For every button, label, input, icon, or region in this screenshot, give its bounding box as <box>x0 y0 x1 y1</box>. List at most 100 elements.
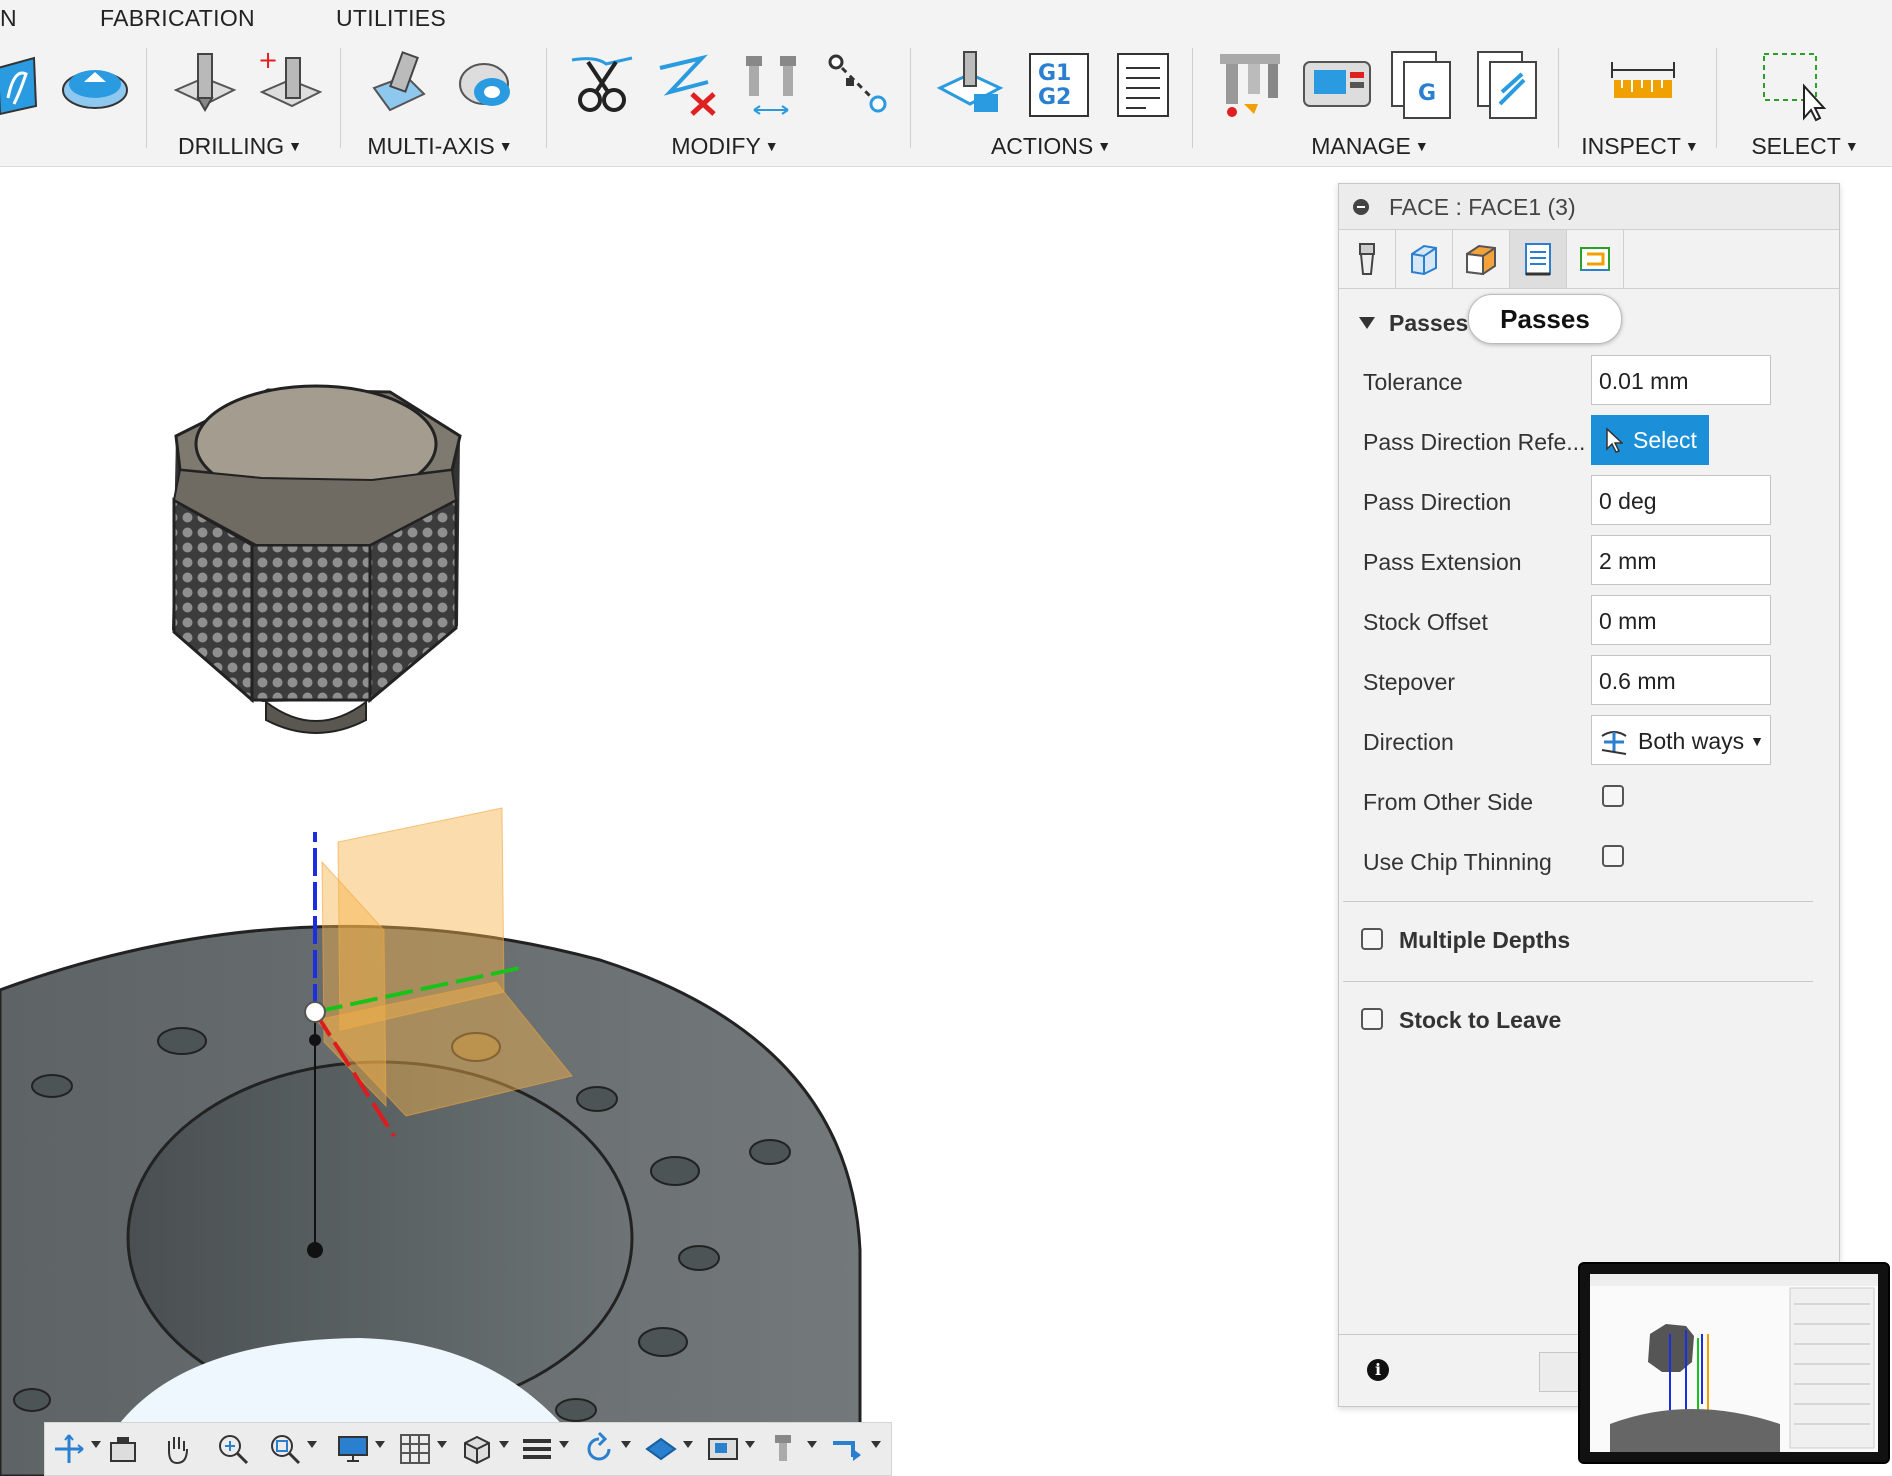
select-button[interactable]: Select <box>1591 415 1709 465</box>
tab-linking[interactable] <box>1567 230 1624 288</box>
svg-text:G2: G2 <box>1038 85 1071 110</box>
tool-library-icon[interactable] <box>1214 48 1288 122</box>
orbit-icon[interactable] <box>51 1431 87 1467</box>
row-from-other-side: From Other Side <box>1339 775 1839 831</box>
post-process-icon[interactable]: G1 G2 <box>1022 48 1096 122</box>
linking-icon <box>1580 247 1610 271</box>
direction-label: Direction <box>1363 729 1454 755</box>
row-stock-offset: Stock Offset 0 mm <box>1339 595 1839 651</box>
row-direction: Direction Both ways ▼ <box>1339 715 1839 771</box>
measure-icon[interactable] <box>1606 48 1680 122</box>
drill-icon[interactable] <box>168 48 242 122</box>
pass-direction-label: Pass Direction <box>1363 489 1512 515</box>
grid-icon[interactable] <box>397 1431 433 1467</box>
group-actions: G1 G2 ACTIONS ▼ <box>926 40 1176 160</box>
direction-dropdown[interactable]: Both ways ▼ <box>1591 715 1771 765</box>
row-use-chip-thinning: Use Chip Thinning <box>1339 835 1839 891</box>
points-path-icon[interactable] <box>822 48 896 122</box>
select-menu[interactable]: SELECT ▼ <box>1730 133 1880 160</box>
post-library-icon[interactable]: G <box>1386 48 1460 122</box>
tab-utilities[interactable]: UTILITIES <box>336 5 446 32</box>
view-cube-icon[interactable] <box>459 1431 495 1467</box>
tab-passes[interactable] <box>1510 230 1567 288</box>
setup-sheet-icon[interactable] <box>1106 48 1180 122</box>
pass-direction-ref-label: Pass Direction Refe... <box>1363 429 1586 455</box>
pass-extension-label: Pass Extension <box>1363 549 1522 575</box>
machine-library-icon[interactable] <box>1300 48 1374 122</box>
stepover-input[interactable]: 0.6 mm <box>1591 655 1771 705</box>
pass-direction-input[interactable]: 0 deg <box>1591 475 1771 525</box>
stock-to-leave-label: Stock to Leave <box>1399 1007 1562 1033</box>
tool-spacing-icon[interactable] <box>736 48 810 122</box>
section-passes-header[interactable]: Passes <box>1359 310 1468 337</box>
panel-title: FACE : FACE1 (3) <box>1389 194 1576 220</box>
row-stepover: Stepover 0.6 mm <box>1339 655 1839 711</box>
multi-axis-menu[interactable]: MULTI-AXIS ▼ <box>356 133 524 160</box>
preview-thumbnail[interactable] <box>1578 1262 1890 1464</box>
face-pocket-icon[interactable] <box>58 48 132 122</box>
svg-text:G: G <box>1418 81 1436 106</box>
stock-to-leave-checkbox[interactable] <box>1361 1008 1383 1030</box>
zoom-icon[interactable] <box>215 1431 251 1467</box>
hole-recognition-icon[interactable]: + <box>254 48 328 122</box>
display-settings-icon[interactable] <box>335 1431 371 1467</box>
swarf-icon[interactable] <box>366 48 440 122</box>
group-drilling: + DRILLING ▼ <box>160 40 323 160</box>
machine-view-icon[interactable] <box>705 1431 741 1467</box>
tab-heights[interactable] <box>1453 230 1510 288</box>
face-properties-panel: FACE : FACE1 (3) Passes Tolerance 0.01 m… <box>1338 183 1840 1407</box>
divider <box>1343 981 1813 982</box>
actions-menu[interactable]: ACTIONS ▼ <box>926 133 1176 160</box>
tab-tool[interactable] <box>1339 230 1396 288</box>
window-select-icon[interactable] <box>1758 48 1832 122</box>
hex-knurled-part[interactable] <box>172 384 462 734</box>
row-pass-direction-ref: Pass Direction Refe... Select <box>1339 415 1839 471</box>
group-multi-axis: MULTI-AXIS ▼ <box>356 40 524 160</box>
info-icon[interactable]: i <box>1367 1359 1389 1381</box>
simulate-icon[interactable] <box>934 48 1008 122</box>
toolpath-display-icon[interactable] <box>829 1431 865 1467</box>
inspect-menu[interactable]: INSPECT ▼ <box>1570 133 1710 160</box>
panel-header[interactable]: FACE : FACE1 (3) <box>1339 184 1839 230</box>
multiple-depths-label: Multiple Depths <box>1399 927 1571 953</box>
tab-geometry[interactable] <box>1396 230 1453 288</box>
drilling-menu[interactable]: DRILLING ▼ <box>160 133 320 160</box>
layers-icon[interactable] <box>519 1431 555 1467</box>
row-pass-extension: Pass Extension 2 mm <box>1339 535 1839 591</box>
group-partial <box>0 40 140 160</box>
multiple-depths-checkbox[interactable] <box>1361 928 1383 950</box>
pan-hand-icon[interactable] <box>159 1431 195 1467</box>
cursor-icon <box>1606 427 1623 453</box>
toolbar-ribbon: N FABRICATION UTILITIES + DRILLING ▼ MUL… <box>0 0 1892 167</box>
trim-scissors-icon[interactable] <box>566 48 640 122</box>
refresh-icon[interactable] <box>581 1431 617 1467</box>
modify-menu[interactable]: MODIFY ▼ <box>560 133 890 160</box>
tolerance-input[interactable]: 0.01 mm <box>1591 355 1771 405</box>
stock-display-icon[interactable] <box>643 1431 679 1467</box>
use-chip-thinning-checkbox[interactable] <box>1602 845 1624 867</box>
contour-icon[interactable] <box>0 48 64 122</box>
expand-triangle-icon <box>1359 317 1375 329</box>
thumbnail-screen <box>1590 1274 1878 1452</box>
tool-icon <box>1359 243 1375 275</box>
from-other-side-checkbox[interactable] <box>1602 785 1624 807</box>
both-ways-icon <box>1601 731 1627 755</box>
pass-extension-input[interactable]: 2 mm <box>1591 535 1771 585</box>
thumbnail-image <box>1590 1274 1878 1452</box>
manage-menu[interactable]: MANAGE ▼ <box>1210 133 1530 160</box>
panel-tabs <box>1339 230 1839 289</box>
delete-toolpath-icon[interactable] <box>652 48 726 122</box>
group-inspect: INSPECT ▼ <box>1570 40 1710 160</box>
zoom-window-icon[interactable] <box>267 1431 303 1467</box>
tool-display-icon[interactable] <box>765 1431 801 1467</box>
stock-offset-input[interactable]: 0 mm <box>1591 595 1771 645</box>
tab-fabrication[interactable]: FABRICATION <box>100 5 255 32</box>
look-at-icon[interactable] <box>105 1431 141 1467</box>
from-other-side-label: From Other Side <box>1363 789 1533 815</box>
stepover-label: Stepover <box>1363 669 1456 695</box>
group-manage: G MANAGE ▼ <box>1210 40 1537 160</box>
collapse-panel-icon[interactable] <box>1353 199 1369 215</box>
template-library-icon[interactable] <box>1472 48 1546 122</box>
tab-partial[interactable]: N <box>0 5 17 32</box>
multi-axis-contour-icon[interactable] <box>448 48 522 122</box>
